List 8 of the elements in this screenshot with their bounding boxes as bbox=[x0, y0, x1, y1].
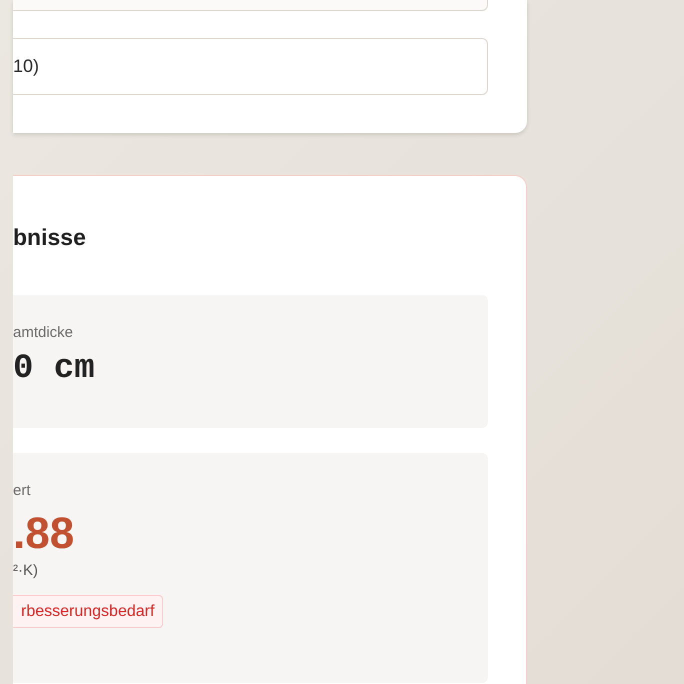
section-heading: bnisse bbox=[13, 223, 86, 251]
unit-label: ²·K) bbox=[13, 561, 38, 581]
metric-value: .88 bbox=[13, 509, 74, 559]
metric-label: amtdicke bbox=[13, 323, 74, 343]
metric-label: ert bbox=[13, 481, 31, 501]
metric-value: 0 cm bbox=[13, 349, 95, 389]
input-field[interactable]: 10) bbox=[13, 38, 488, 95]
status-badge: rbesserungsbedarf bbox=[13, 595, 164, 628]
